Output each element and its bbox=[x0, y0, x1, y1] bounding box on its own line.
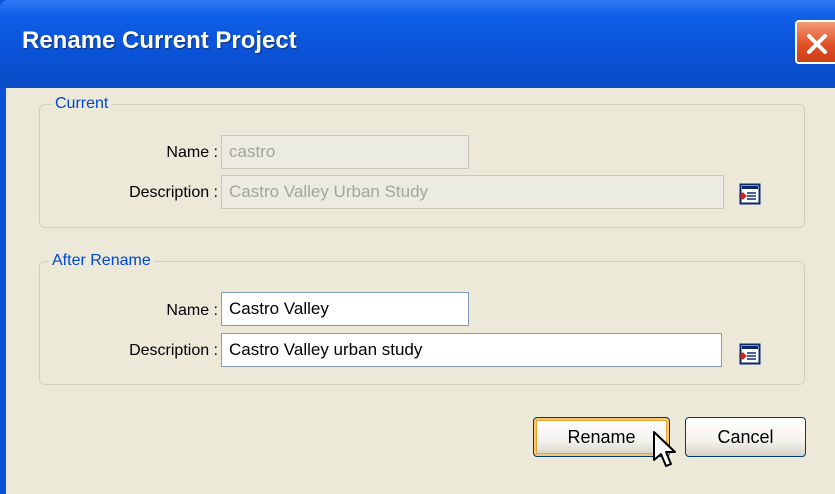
dialog-title: Rename Current Project bbox=[22, 27, 297, 54]
edit-description-icon bbox=[739, 343, 761, 365]
current-description-edit-button[interactable] bbox=[739, 183, 761, 205]
current-description-field: Castro Valley Urban Study bbox=[221, 175, 724, 209]
rename-project-dialog: Rename Current Project Current Name : ca… bbox=[0, 0, 835, 494]
after-name-input[interactable]: Castro Valley bbox=[221, 292, 469, 326]
edit-description-icon bbox=[739, 183, 761, 205]
current-name-field: castro bbox=[221, 135, 469, 169]
cancel-button[interactable]: Cancel bbox=[685, 417, 806, 457]
after-name-label: Name : bbox=[166, 302, 218, 319]
rename-button[interactable]: Rename bbox=[533, 417, 670, 457]
after-description-edit-button[interactable] bbox=[739, 343, 761, 365]
current-description-label: Description : bbox=[129, 184, 218, 201]
close-icon bbox=[807, 34, 827, 54]
title-bar[interactable]: Rename Current Project bbox=[0, 0, 835, 88]
current-legend: Current bbox=[52, 95, 112, 113]
close-button[interactable] bbox=[795, 20, 835, 64]
mouse-pointer-icon bbox=[653, 431, 676, 467]
after-rename-legend: After Rename bbox=[49, 252, 154, 270]
dialog-body: Current Name : castro Description : Cast… bbox=[6, 88, 835, 494]
current-name-label: Name : bbox=[166, 144, 218, 161]
after-description-input[interactable]: Castro Valley urban study bbox=[221, 333, 722, 367]
after-description-label: Description : bbox=[129, 342, 218, 359]
